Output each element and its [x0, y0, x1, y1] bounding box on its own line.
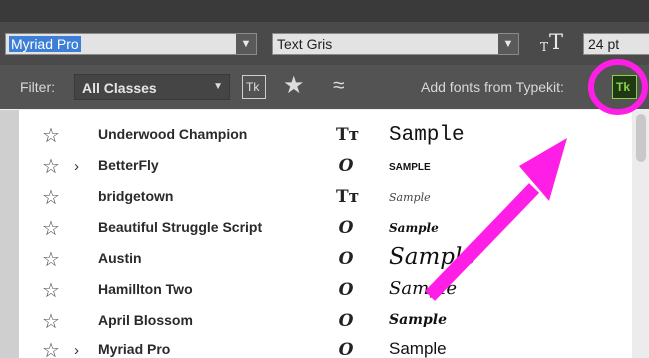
character-panel: Myriad Pro ▼ Text Gris ▼ T T 24 pt Filte…	[0, 0, 649, 358]
annotation-overlay	[424, 59, 648, 301]
annotation-arrow-shaft	[424, 183, 540, 301]
highlight-circle	[588, 59, 648, 115]
